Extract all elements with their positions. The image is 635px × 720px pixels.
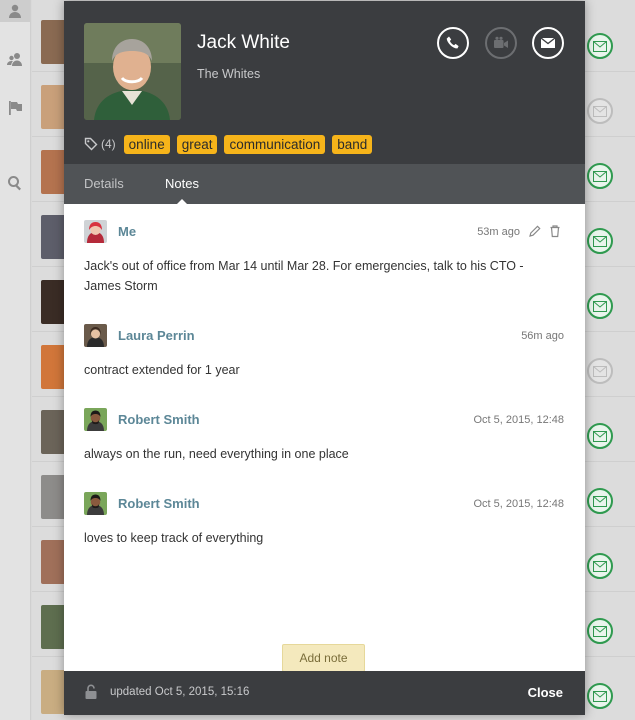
contact-name: Jack White xyxy=(197,32,290,53)
search-icon[interactable] xyxy=(4,172,26,194)
email-status-icon[interactable] xyxy=(587,358,613,384)
video-camera-icon xyxy=(494,36,508,48)
avatar xyxy=(84,408,107,431)
envelope-icon xyxy=(540,37,556,48)
call-button[interactable] xyxy=(437,27,469,59)
delete-note-button[interactable] xyxy=(548,224,562,238)
note-text: contract extended for 1 year xyxy=(84,363,240,377)
contact-photo xyxy=(84,23,181,120)
trash-icon xyxy=(550,225,560,238)
email-status-icon[interactable] xyxy=(587,33,613,59)
contact-company: The Whites xyxy=(197,67,261,81)
email-status-icon[interactable] xyxy=(587,423,613,449)
tag[interactable]: great xyxy=(176,134,218,154)
note-author[interactable]: Laura Perrin xyxy=(118,328,195,343)
note-time: 53m ago xyxy=(477,226,520,238)
note-time: 56m ago xyxy=(521,330,564,342)
email-status-icon[interactable] xyxy=(587,293,613,319)
tag-count: (4) xyxy=(101,137,116,151)
email-status-icon[interactable] xyxy=(587,228,613,254)
note-author[interactable]: Robert Smith xyxy=(118,412,200,427)
add-note-button[interactable]: Add note xyxy=(282,644,365,672)
tag-icon xyxy=(84,137,98,151)
groups-icon[interactable] xyxy=(4,48,26,70)
pencil-icon xyxy=(529,225,541,237)
card-header: Jack White The Whites (4) online great c… xyxy=(64,1,585,164)
left-rail xyxy=(0,0,31,720)
tags-row: (4) online great communication band xyxy=(84,134,379,154)
tag[interactable]: online xyxy=(123,134,170,154)
note-text: loves to keep track of everything xyxy=(84,531,264,545)
avatar xyxy=(84,220,107,243)
email-status-icon[interactable] xyxy=(587,98,613,124)
note-text: always on the run, need everything in on… xyxy=(84,447,349,461)
edit-note-button[interactable] xyxy=(528,224,542,238)
lock-icon[interactable] xyxy=(84,684,98,700)
email-status-icon[interactable] xyxy=(587,683,613,709)
email-status-icon[interactable] xyxy=(587,488,613,514)
note-time: Oct 5, 2015, 12:48 xyxy=(473,414,564,426)
avatar xyxy=(84,324,107,347)
email-status-icon[interactable] xyxy=(587,618,613,644)
flag-icon[interactable] xyxy=(4,97,26,119)
email-status-icon[interactable] xyxy=(587,553,613,579)
contact-card: Jack White The Whites (4) online great c… xyxy=(64,1,585,715)
avatar xyxy=(84,492,107,515)
note-author[interactable]: Robert Smith xyxy=(118,496,200,511)
active-tab-indicator xyxy=(176,199,188,205)
note-time: Oct 5, 2015, 12:48 xyxy=(473,498,564,510)
contact-icon[interactable] xyxy=(0,0,30,22)
close-button[interactable]: Close xyxy=(528,685,563,700)
tab-details[interactable]: Details xyxy=(84,176,124,191)
updated-timestamp: updated Oct 5, 2015, 15:16 xyxy=(110,686,250,698)
video-call-button[interactable] xyxy=(485,27,517,59)
note-text: Jack's out of office from Mar 14 until M… xyxy=(84,259,524,293)
email-button[interactable] xyxy=(532,27,564,59)
card-tabs: Details Notes xyxy=(64,164,585,204)
email-status-icon[interactable] xyxy=(587,163,613,189)
card-footer: updated Oct 5, 2015, 15:16 Close xyxy=(64,671,585,715)
tag[interactable]: band xyxy=(332,134,373,154)
tab-notes[interactable]: Notes xyxy=(165,176,199,191)
tag[interactable]: communication xyxy=(224,134,326,154)
note-author[interactable]: Me xyxy=(118,224,136,239)
phone-icon xyxy=(446,36,459,49)
